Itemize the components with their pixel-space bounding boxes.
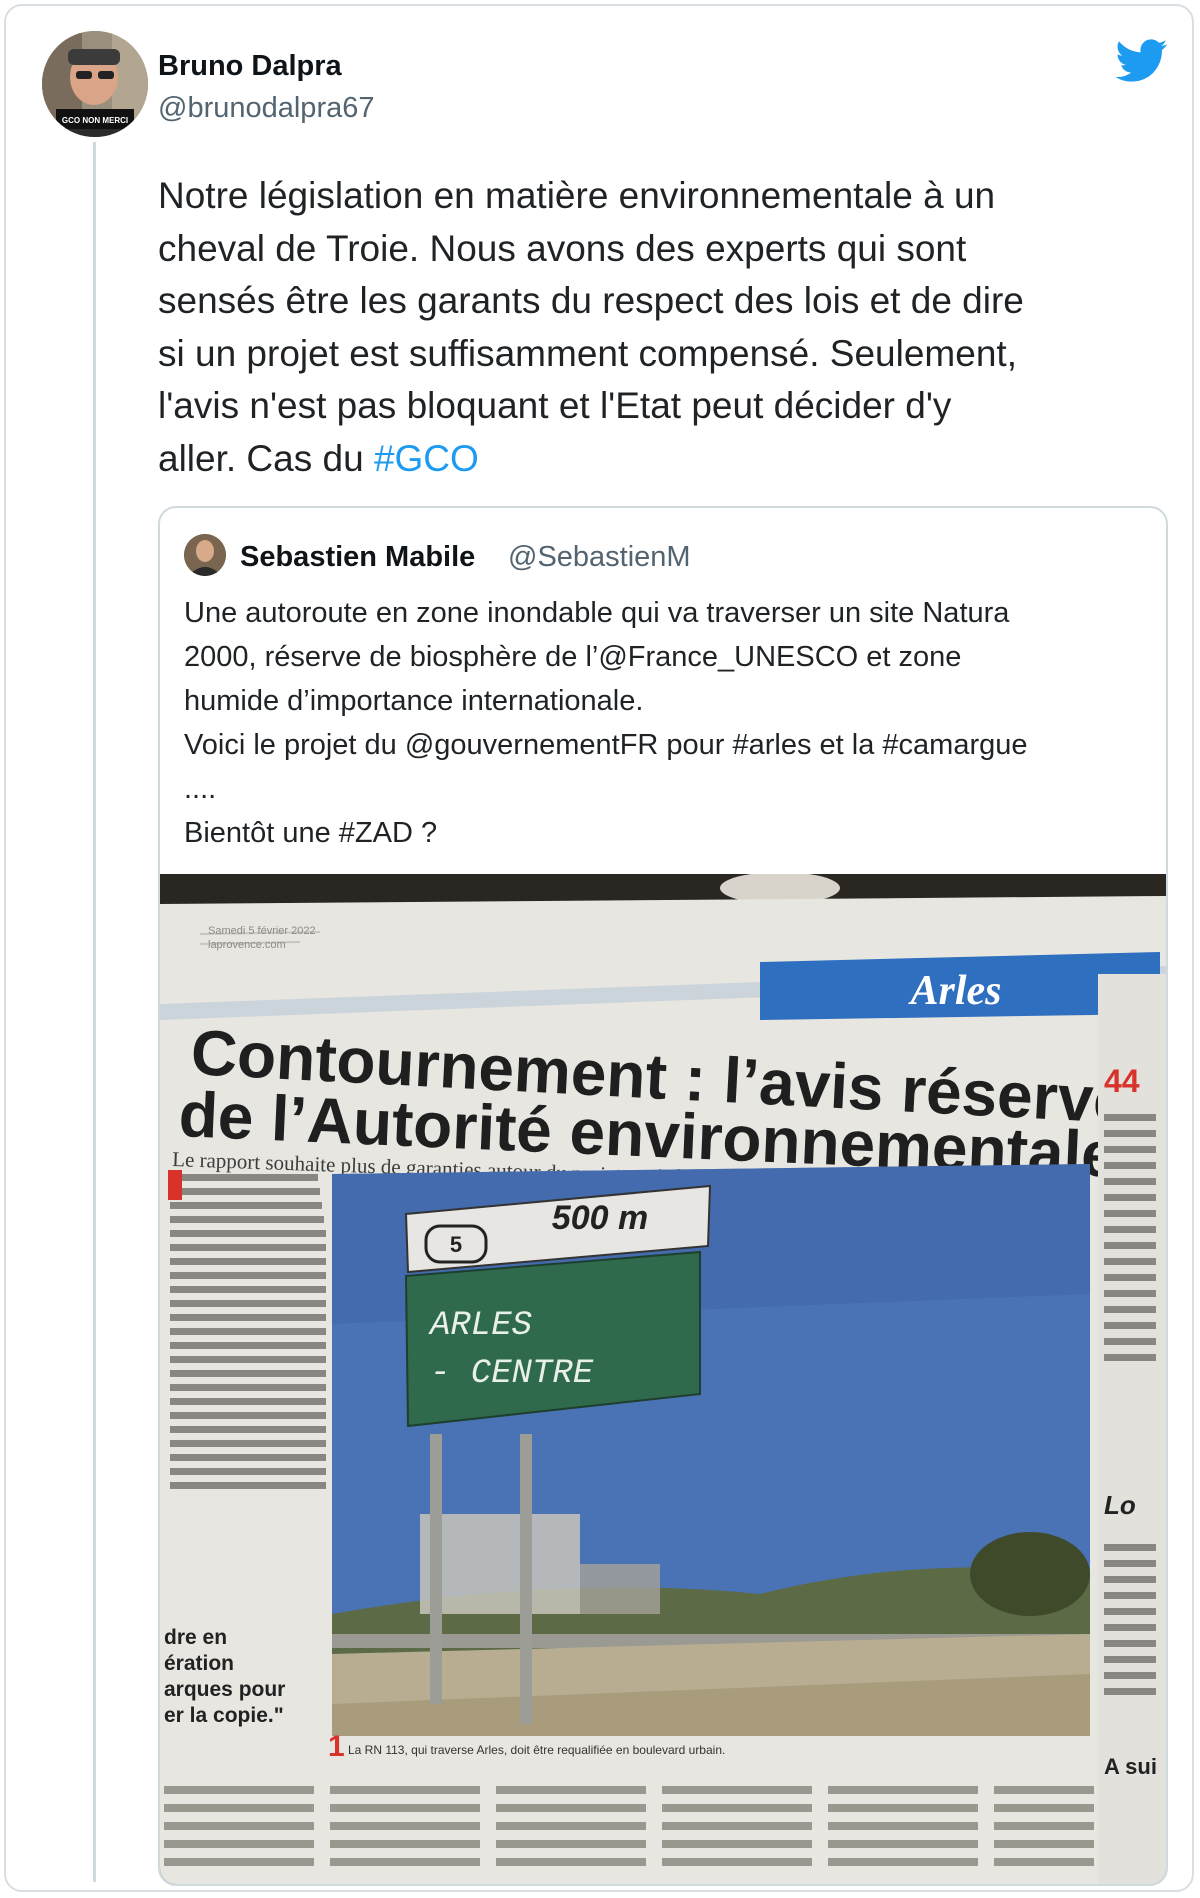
tweet-text-tail: aller. Cas du [158, 437, 374, 479]
quoted-text-line: .... [184, 773, 217, 805]
section-label: Arles [907, 968, 1001, 1014]
avatar-image: GCO NON MERCI [42, 31, 148, 137]
quoted-text-line: 2000, réserve de biosphère de l’@France_… [184, 641, 962, 673]
quoted-text-line: Une autoroute en zone inondable qui va t… [184, 597, 1010, 629]
avatar-badge-text: GCO NON MERCI [62, 116, 128, 125]
tweet-card: GCO NON MERCI Bruno Dalpra @brunodalpra6… [4, 4, 1194, 1892]
author-avatar[interactable]: GCO NON MERCI [42, 31, 148, 137]
photo-caption: La RN 113, qui traverse Arles, doit être… [348, 1743, 725, 1757]
side-continue: A sui [1104, 1754, 1157, 1779]
sign-line2: - CENTRE [430, 1355, 594, 1393]
twitter-bird-icon[interactable] [1115, 39, 1168, 83]
quoted-text-line: Voici le projet du @gouvernementFR pour … [184, 729, 1028, 761]
pull-quote-line: arques pour [164, 1678, 285, 1701]
tweet-text-line: l'avis n'est pas bloquant et l'Etat peut… [158, 385, 952, 426]
quoted-tweet[interactable]: Sebastien Mabile @SebastienM Une autorou… [158, 506, 1168, 1886]
newspaper-site: laprovence.com [208, 939, 286, 951]
quoted-tweet-text: Une autoroute en zone inondable qui va t… [184, 591, 1144, 855]
quoted-text-line: humide d’importance internationale. [184, 685, 644, 717]
sign-distance: 500 m [552, 1199, 648, 1237]
pull-quote-line: ération [164, 1652, 234, 1675]
quoted-text-line: Bientôt une #ZAD ? [184, 817, 438, 849]
pull-quote-line: er la copie." [164, 1704, 284, 1727]
tweet-text-line: si un projet est suffisamment compensé. … [158, 332, 1017, 374]
newspaper-date: Samedi 5 février 2022 [208, 925, 316, 937]
quoted-author-name[interactable]: Sebastien Mabile [240, 541, 475, 574]
hashtag-link[interactable]: #GCO [374, 438, 479, 479]
svg-text:1: 1 [328, 1730, 345, 1763]
pull-quote-line: dre en [164, 1626, 227, 1649]
tweet-text-line: Notre législation en matière environneme… [158, 175, 996, 216]
side-number: 44 [1104, 1063, 1140, 1099]
quoted-author-avatar[interactable] [184, 534, 226, 576]
tweet-text: Notre législation en matière environneme… [158, 170, 1168, 485]
tweet-text-line: sensés être les garants du respect des l… [158, 280, 1024, 321]
newspaper-photo[interactable]: Samedi 5 février 2022 laprovence.com Arl… [160, 874, 1166, 1884]
author-handle[interactable]: @brunodalpra67 [158, 92, 374, 125]
sign-exit-number: 5 [450, 1232, 462, 1257]
thread-line [93, 142, 96, 1882]
side-heading: Lo [1104, 1490, 1136, 1520]
author-name[interactable]: Bruno Dalpra [158, 50, 342, 83]
tweet-text-line: aller. Cas du #GCO [158, 433, 1168, 486]
quoted-author-handle[interactable]: @SebastienM [508, 541, 691, 574]
tweet-text-line: cheval de Troie. Nous avons des experts … [158, 227, 967, 269]
sign-line1: ARLES [428, 1307, 532, 1345]
